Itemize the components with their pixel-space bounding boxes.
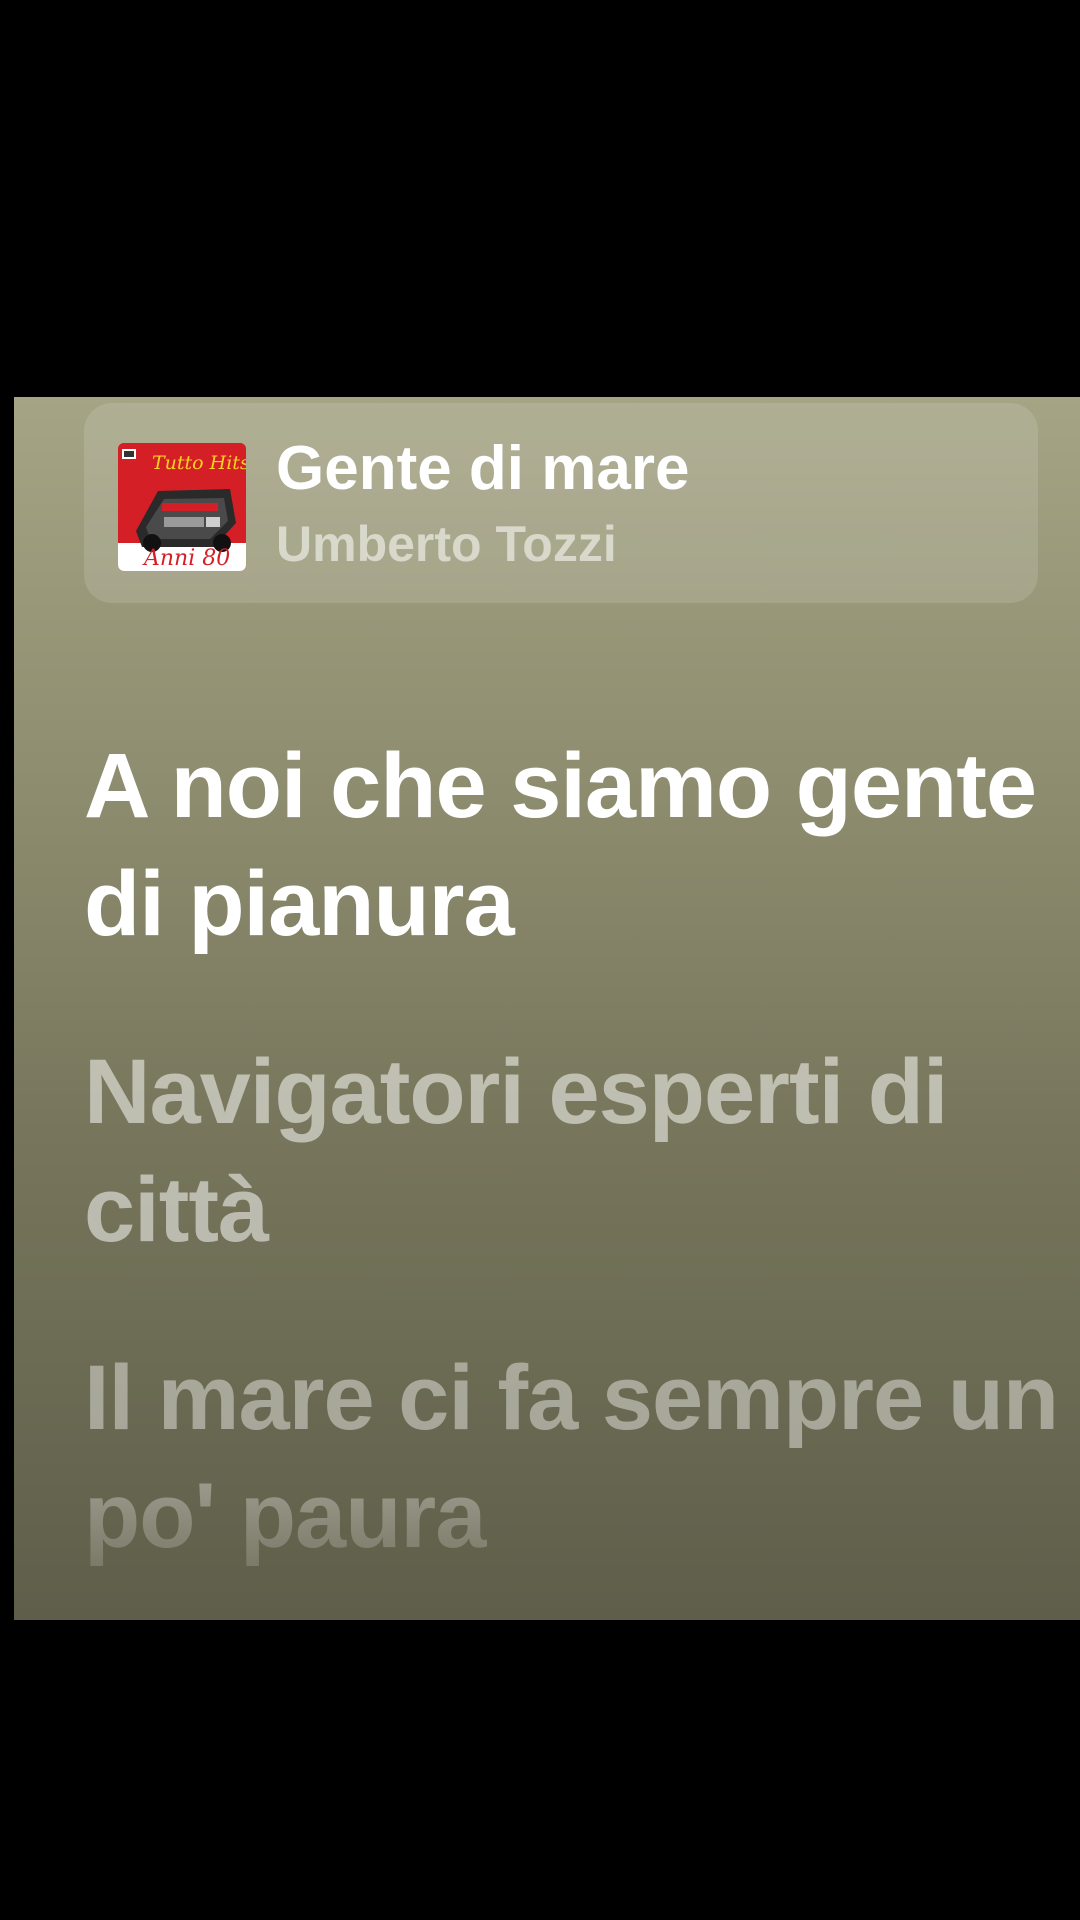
lyrics-list: A noi che siamo gente di pianura Navigat… — [84, 727, 1064, 1620]
song-artist: Umberto Tozzi — [276, 516, 617, 572]
cover-text-bottom: Anni 80 — [142, 546, 230, 571]
album-cover: Tutto Hits Anni 80 — [118, 443, 246, 571]
screen: Tutto Hits Anni 80 Gente di mare Umberto… — [0, 0, 1080, 1920]
now-playing-header[interactable]: Tutto Hits Anni 80 Gente di mare Umberto… — [84, 403, 1038, 603]
cover-text-top: Tutto Hits — [152, 452, 246, 474]
lyric-line-upcoming[interactable]: Il mare ci fa sempre un po' paura — [84, 1339, 1064, 1575]
lyric-line-active[interactable]: A noi che siamo gente di pianura — [84, 727, 1064, 963]
lyrics-card: Tutto Hits Anni 80 Gente di mare Umberto… — [14, 397, 1080, 1620]
album-cover-art: Tutto Hits Anni 80 — [118, 443, 246, 571]
lyric-line-next[interactable]: Navigatori esperti di città — [84, 1033, 1064, 1269]
song-title: Gente di mare — [276, 434, 690, 503]
